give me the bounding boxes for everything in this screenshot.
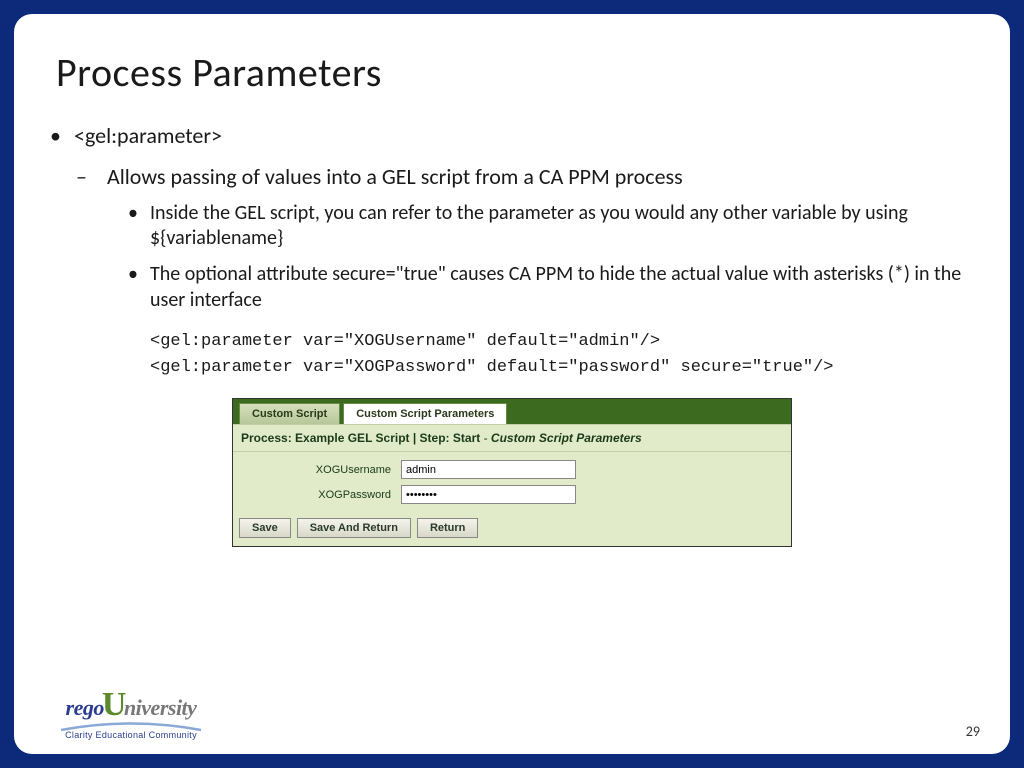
button-bar: Save Save And Return Return <box>233 514 791 546</box>
code-line-2: <gel:parameter var="XOGPassword" default… <box>150 355 968 381</box>
tab-bar: Custom Script Custom Script Parameters <box>233 399 791 424</box>
panel-header: Process: Example GEL Script | Step: Star… <box>233 424 791 452</box>
slide-title: Process Parameters <box>56 48 968 97</box>
username-label: XOGUsername <box>241 464 401 476</box>
logo-text-niversity: niversity <box>124 695 197 721</box>
panel-header-process: Example GEL Script <box>295 431 410 445</box>
screenshot-panel: Custom Script Custom Script Parameters P… <box>232 398 792 547</box>
code-sample: <gel:parameter var="XOGUsername" default… <box>150 329 968 380</box>
bullet-l3b: The optional attribute secure="true" cau… <box>150 262 968 313</box>
slide: Process Parameters <gel:parameter> Allow… <box>14 14 1010 754</box>
slide-content: <gel:parameter> Allows passing of values… <box>56 123 968 547</box>
tab-custom-script[interactable]: Custom Script <box>239 403 340 424</box>
panel-header-prefix: Process: <box>241 431 295 445</box>
bullet-l1: <gel:parameter> <box>74 123 968 149</box>
username-input[interactable] <box>401 460 576 479</box>
password-input[interactable] <box>401 485 576 504</box>
panel-header-sep: | Step: <box>410 431 453 445</box>
bullet-l3a: Inside the GEL script, you can refer to … <box>150 201 968 252</box>
password-label: XOGPassword <box>241 489 401 501</box>
form-row-password: XOGPassword <box>241 485 783 504</box>
slide-footer: regoUniversity Clarity Educational Commu… <box>56 691 980 740</box>
tab-custom-script-parameters[interactable]: Custom Script Parameters <box>343 403 507 424</box>
save-and-return-button[interactable]: Save And Return <box>297 518 411 538</box>
form-area: XOGUsername XOGPassword <box>233 452 791 514</box>
screenshot-panel-wrap: Custom Script Custom Script Parameters P… <box>56 398 968 547</box>
return-button[interactable]: Return <box>417 518 478 538</box>
bullet-l2: Allows passing of values into a GEL scri… <box>102 163 968 313</box>
logo-arc-icon <box>56 719 206 731</box>
page-number: 29 <box>966 723 980 740</box>
form-row-username: XOGUsername <box>241 460 783 479</box>
logo: regoUniversity Clarity Educational Commu… <box>56 691 206 740</box>
logo-text-rego: rego <box>66 695 104 721</box>
panel-header-dash: - <box>480 431 491 445</box>
code-line-1: <gel:parameter var="XOGUsername" default… <box>150 329 968 355</box>
panel-header-suffix: Custom Script Parameters <box>491 431 642 445</box>
save-button[interactable]: Save <box>239 518 291 538</box>
logo-main: regoUniversity <box>66 691 197 721</box>
logo-text-u: U <box>102 691 126 718</box>
bullet-l2-text: Allows passing of values into a GEL scri… <box>107 163 683 190</box>
panel-header-step: Start <box>453 431 480 445</box>
